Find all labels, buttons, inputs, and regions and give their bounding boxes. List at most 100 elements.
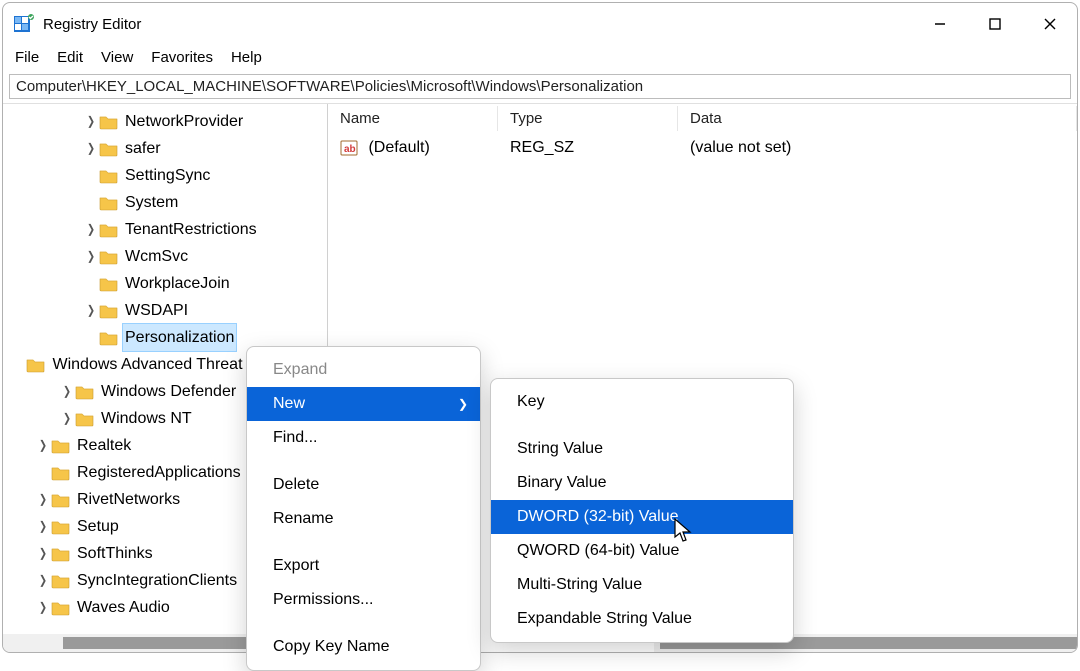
menu-item[interactable]: Copy Key Name [247, 630, 480, 664]
menu-item[interactable]: String Value [491, 432, 793, 466]
context-menu: Expand New ❯ Find... Delete Rename Export Permi… [246, 346, 481, 671]
tree-expand-icon[interactable]: ❯ [37, 594, 50, 621]
svg-text:ab: ab [344, 144, 356, 155]
tree-item-label: RivetNetworks [75, 486, 182, 513]
menu-item-label: Expandable String Value [517, 610, 692, 628]
tree-expand-icon[interactable]: ❯ [85, 243, 98, 270]
tree-expand-icon[interactable]: ❯ [37, 486, 50, 513]
tree-item-label: safer [123, 135, 163, 162]
string-value-icon: ab [340, 139, 360, 157]
menu-file[interactable]: File [15, 49, 39, 66]
tree-item[interactable]: ❯System [3, 189, 327, 216]
value-type: REG_SZ [498, 137, 678, 159]
menu-favorites[interactable]: Favorites [151, 49, 213, 66]
tree-expand-icon[interactable]: ❯ [37, 513, 50, 540]
tree-expand-icon[interactable]: ❯ [85, 135, 98, 162]
tree-expand-icon[interactable]: ❯ [85, 297, 98, 324]
tree-item-label: NetworkProvider [123, 108, 245, 135]
tree-item-label: Waves Audio [75, 594, 172, 621]
menu-view[interactable]: View [101, 49, 133, 66]
menu-item[interactable]: Binary Value [491, 466, 793, 500]
value-name: (Default) [368, 139, 429, 156]
tree-expand-icon[interactable]: ❯ [37, 567, 50, 594]
tree-item[interactable]: ❯WorkplaceJoin [3, 270, 327, 297]
folder-icon [51, 519, 71, 535]
tree-expand-icon[interactable]: ❯ [61, 405, 74, 432]
menu-item-label: QWORD (64-bit) Value [517, 542, 679, 560]
tree-item[interactable]: ❯ WSDAPI [3, 297, 327, 324]
folder-icon [99, 141, 119, 157]
value-row[interactable]: ab (Default) REG_SZ (value not set) [328, 134, 1077, 162]
menu-help[interactable]: Help [231, 49, 262, 66]
menu-item-label: Find... [273, 429, 317, 447]
folder-icon [99, 330, 119, 346]
tree-item-label: Realtek [75, 432, 133, 459]
window-title: Registry Editor [43, 16, 141, 33]
maximize-button[interactable] [967, 3, 1022, 45]
menu-separator [253, 623, 474, 624]
menu-item: Expand [247, 353, 480, 387]
menu-item[interactable]: Find... [247, 421, 480, 455]
address-bar[interactable]: Computer\HKEY_LOCAL_MACHINE\SOFTWARE\Pol… [9, 74, 1071, 99]
column-name[interactable]: Name [328, 106, 498, 131]
folder-icon [99, 195, 119, 211]
folder-icon [99, 222, 119, 238]
window-controls [912, 3, 1077, 45]
menu-item-label: Export [273, 557, 319, 575]
menu-separator [253, 542, 474, 543]
folder-icon [51, 465, 71, 481]
menu-item[interactable]: Multi-String Value [491, 568, 793, 602]
tree-item-label: SoftThinks [75, 540, 155, 567]
folder-icon [26, 357, 46, 373]
menu-item[interactable]: Export [247, 549, 480, 583]
menu-item-label: Expand [273, 361, 327, 379]
tree-item-label: TenantRestrictions [123, 216, 259, 243]
tree-item-label: RegisteredApplications [75, 459, 243, 486]
tree-item-label: WSDAPI [123, 297, 190, 324]
minimize-button[interactable] [912, 3, 967, 45]
tree-expand-icon[interactable]: ❯ [85, 108, 98, 135]
menu-item[interactable]: Delete [247, 468, 480, 502]
menu-edit[interactable]: Edit [57, 49, 83, 66]
folder-icon [51, 438, 71, 454]
menu-item-label: DWORD (32-bit) Value [517, 508, 679, 526]
menu-item-label: New [273, 395, 305, 413]
tree-item-label: SyncIntegrationClients [75, 567, 239, 594]
menu-item[interactable]: Rename [247, 502, 480, 536]
menu-item[interactable]: Expandable String Value [491, 602, 793, 636]
tree-item[interactable]: ❯ safer [3, 135, 327, 162]
tree-item[interactable]: ❯ TenantRestrictions [3, 216, 327, 243]
tree-item-label: System [123, 189, 180, 216]
tree-item[interactable]: ❯ NetworkProvider [3, 108, 327, 135]
tree-item-label: WcmSvc [123, 243, 190, 270]
column-data[interactable]: Data [678, 106, 1077, 131]
column-type[interactable]: Type [498, 106, 678, 131]
tree-item[interactable]: ❯ WcmSvc [3, 243, 327, 270]
tree-item-label: WorkplaceJoin [123, 270, 232, 297]
menu-item[interactable]: New ❯ [247, 387, 480, 421]
tree-expand-icon[interactable]: ❯ [37, 540, 50, 567]
tree-item[interactable]: ❯SettingSync [3, 162, 327, 189]
title-bar: Registry Editor [3, 3, 1077, 45]
menu-item-label: Rename [273, 510, 333, 528]
close-button[interactable] [1022, 3, 1077, 45]
tree-expand-icon[interactable]: ❯ [85, 216, 98, 243]
menu-bar: File Edit View Favorites Help [3, 45, 1077, 74]
menu-item[interactable]: Permissions... [247, 583, 480, 617]
tree-item-label: Personalization [123, 324, 236, 351]
menu-item[interactable]: DWORD (32-bit) Value [491, 500, 793, 534]
folder-icon [51, 546, 71, 562]
menu-separator [497, 425, 787, 426]
folder-icon [51, 492, 71, 508]
menu-item[interactable]: QWORD (64-bit) Value [491, 534, 793, 568]
folder-icon [99, 276, 119, 292]
folder-icon [99, 249, 119, 265]
tree-item-label: Windows NT [99, 405, 194, 432]
tree-expand-icon[interactable]: ❯ [61, 378, 74, 405]
menu-item-label: Multi-String Value [517, 576, 642, 594]
tree-expand-icon[interactable]: ❯ [37, 432, 50, 459]
menu-item[interactable]: Key [491, 385, 793, 419]
tree-item-label: Windows Defender [99, 378, 238, 405]
values-header: Name Type Data [328, 104, 1077, 134]
submenu-arrow-icon: ❯ [458, 397, 468, 411]
